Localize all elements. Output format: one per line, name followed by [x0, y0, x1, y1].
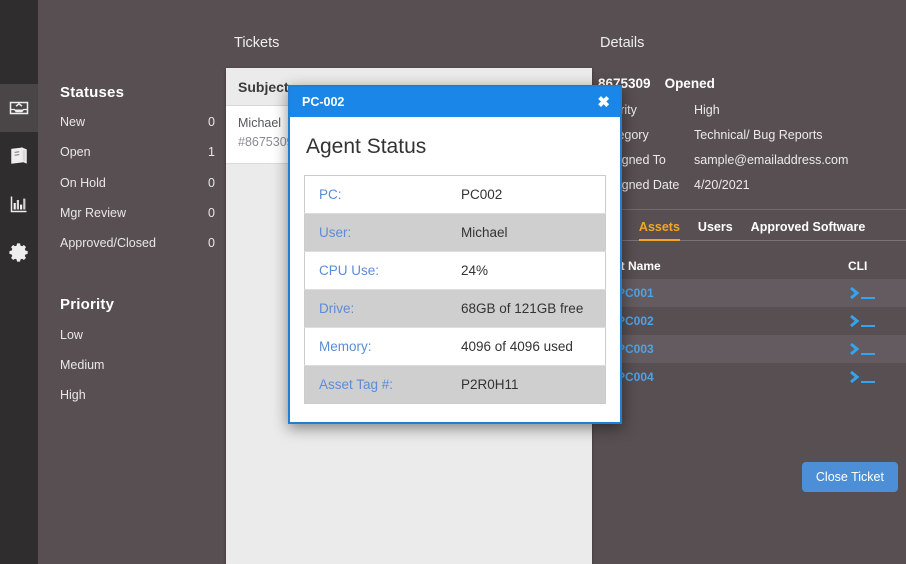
- agent-field-cpu-value: 24%: [447, 251, 606, 290]
- sidebar-status-new-label: New: [60, 115, 86, 129]
- table-row: Asset Tag #: P2R0H11: [304, 365, 606, 404]
- assets-column-host-name: Host Name: [598, 259, 661, 273]
- sidebar-status-approved-closed-label: Approved/Closed: [60, 236, 156, 250]
- rail-item-inbox[interactable]: [0, 84, 38, 132]
- chart-icon: [8, 193, 30, 215]
- tab-assets[interactable]: Assets: [638, 220, 680, 241]
- close-icon[interactable]: ✖: [597, 95, 610, 110]
- details-row-assigned-to-value: sample@emailaddress.com: [694, 153, 849, 167]
- table-row: Memory: 4096 of 4096 used: [304, 327, 606, 366]
- gear-icon: [8, 241, 31, 264]
- inbox-icon: [8, 97, 30, 119]
- rail-spacer: [0, 0, 38, 84]
- assets-table-header: Host Name CLI: [598, 241, 906, 279]
- sidebar-status-on-hold-label: On Hold: [60, 176, 106, 190]
- modal-heading: Agent Status: [306, 135, 427, 158]
- agent-field-drive-label: Drive:: [304, 289, 447, 328]
- details-row-priority-value: High: [694, 103, 720, 117]
- agent-field-memory-label: Memory:: [304, 327, 447, 366]
- details-row-assigned-to: Assigned To sample@emailaddress.com: [598, 147, 906, 172]
- agent-field-drive-value: 68GB of 121GB free: [447, 289, 606, 328]
- cli-prompt-icon[interactable]: [848, 341, 878, 357]
- sidebar-priority-high[interactable]: High: [60, 388, 86, 402]
- cli-prompt-icon[interactable]: [848, 285, 878, 301]
- details-state: Opened: [664, 76, 715, 91]
- sidebar-status-mgr-review[interactable]: Mgr Review 0: [60, 206, 215, 220]
- rail-item-knowledge[interactable]: [0, 132, 38, 180]
- tab-approved-software[interactable]: Approved Software: [751, 220, 866, 241]
- details-row-assigned-date-value: 4/20/2021: [694, 178, 750, 192]
- sidebar: Statuses New 0 Open 1 On Hold 0 Mgr Revi…: [38, 0, 226, 564]
- cli-prompt-icon[interactable]: [848, 313, 878, 329]
- close-ticket-button[interactable]: Close Ticket: [801, 462, 898, 492]
- details-column-title: Details: [600, 35, 645, 51]
- sidebar-status-open-count: 1: [208, 145, 215, 159]
- table-row[interactable]: PC003: [598, 335, 906, 363]
- sidebar-status-open[interactable]: Open 1: [60, 145, 215, 159]
- book-icon: [8, 145, 30, 167]
- tickets-column-title: Tickets: [234, 35, 280, 51]
- sidebar-status-on-hold[interactable]: On Hold 0: [60, 176, 215, 190]
- rail-item-reports[interactable]: [0, 180, 38, 228]
- modal-title: PC-002: [302, 95, 345, 109]
- icon-rail: [0, 0, 38, 564]
- sidebar-priority-heading: Priority: [60, 296, 115, 313]
- sidebar-statuses-heading: Statuses: [60, 84, 125, 101]
- modal-titlebar: PC-002 ✖: [290, 87, 620, 117]
- table-row: User: Michael: [304, 213, 606, 252]
- agent-field-pc-label: PC:: [304, 175, 447, 214]
- sidebar-status-mgr-review-label: Mgr Review: [60, 206, 126, 220]
- details-topline: 8675309 Opened: [598, 68, 906, 97]
- agent-field-asset-tag-value: P2R0H11: [447, 365, 606, 404]
- agent-field-asset-tag-label: Asset Tag #:: [304, 365, 447, 404]
- agent-field-user-label: User:: [304, 213, 447, 252]
- table-row[interactable]: PC004: [598, 363, 906, 391]
- details-row-category-value: Technical/ Bug Reports: [694, 128, 823, 142]
- modal-body: Agent Status PC: PC002 User: Michael CPU…: [290, 117, 620, 422]
- app-window: Statuses New 0 Open 1 On Hold 0 Mgr Revi…: [0, 0, 906, 564]
- cli-prompt-icon[interactable]: [848, 369, 878, 385]
- details-row-category: Category Technical/ Bug Reports: [598, 122, 906, 147]
- table-row: Drive: 68GB of 121GB free: [304, 289, 606, 328]
- details-row-priority: Priority High: [598, 97, 906, 122]
- agent-field-pc-value: PC002: [447, 175, 606, 214]
- tab-users[interactable]: Users: [698, 220, 733, 241]
- sidebar-status-new-count: 0: [208, 115, 215, 129]
- asset-host-name: PC003: [617, 342, 654, 356]
- details-tabs: Info Assets Users Approved Software: [598, 210, 906, 241]
- sidebar-status-mgr-review-count: 0: [208, 206, 215, 220]
- table-row[interactable]: PC001: [598, 279, 906, 307]
- agent-status-modal: PC-002 ✖ Agent Status PC: PC002 User: Mi…: [288, 85, 622, 424]
- details-row-assigned-date: Assigned Date 4/20/2021: [598, 172, 906, 197]
- asset-host-name: PC001: [617, 286, 654, 300]
- sidebar-status-open-label: Open: [60, 145, 91, 159]
- assets-column-cli: CLI: [848, 259, 868, 273]
- sidebar-status-approved-closed[interactable]: Approved/Closed 0: [60, 236, 215, 250]
- agent-field-memory-value: 4096 of 4096 used: [447, 327, 606, 366]
- rail-item-settings[interactable]: [0, 228, 38, 276]
- table-row: CPU Use: 24%: [304, 251, 606, 290]
- details-panel: 8675309 Opened Priority High Category Te…: [598, 68, 906, 564]
- table-row[interactable]: PC002: [598, 307, 906, 335]
- sidebar-status-approved-closed-count: 0: [208, 236, 215, 250]
- asset-host-name: PC002: [617, 314, 654, 328]
- agent-field-user-value: Michael: [447, 213, 606, 252]
- asset-host-name: PC004: [617, 370, 654, 384]
- agent-status-table: PC: PC002 User: Michael CPU Use: 24% Dri…: [304, 175, 606, 404]
- sidebar-priority-medium[interactable]: Medium: [60, 358, 104, 372]
- table-row: PC: PC002: [304, 175, 606, 214]
- sidebar-status-on-hold-count: 0: [208, 176, 215, 190]
- sidebar-status-new[interactable]: New 0: [60, 115, 215, 129]
- sidebar-priority-low[interactable]: Low: [60, 328, 83, 342]
- agent-field-cpu-label: CPU Use:: [304, 251, 447, 290]
